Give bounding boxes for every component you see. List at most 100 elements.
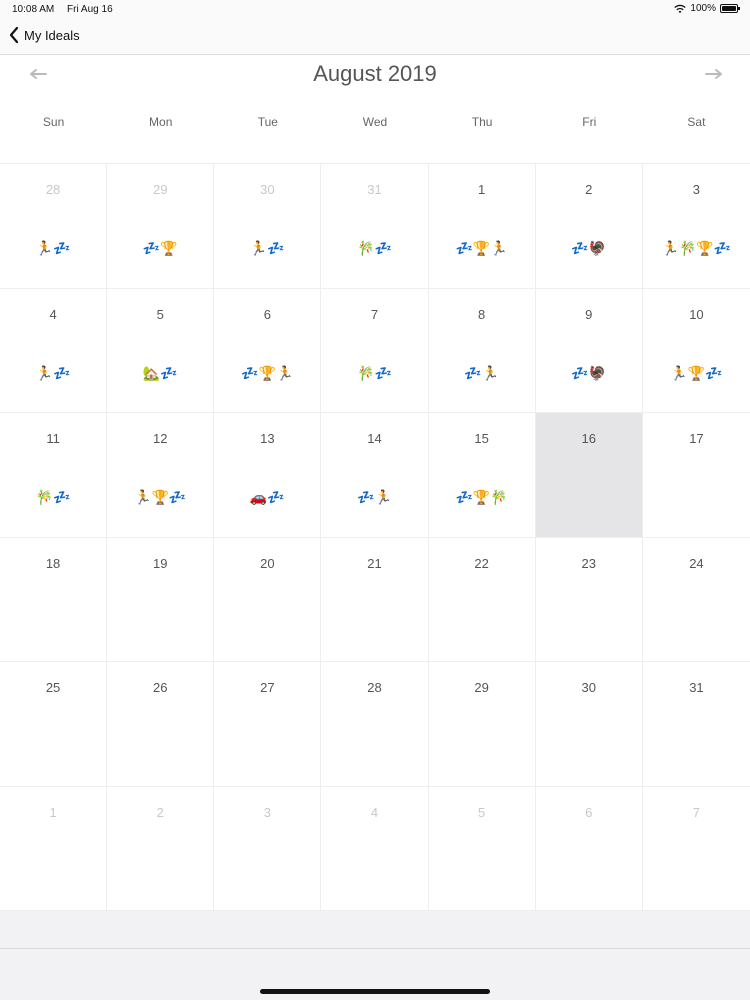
arrow-right-icon[interactable] — [704, 67, 724, 81]
calendar-day-cell[interactable]: 21 — [321, 537, 429, 662]
calendar-day-cell[interactable]: 8 💤🏃 — [428, 288, 536, 413]
day-emoji-icons: 🏃🏆💤 — [670, 364, 723, 381]
calendar-day-cell[interactable]: 27 — [214, 662, 322, 787]
back-button[interactable]: My Ideals — [8, 26, 80, 44]
day-emoji-icons: 🎋💤 — [357, 240, 392, 256]
status-left: 10:08 AM Fri Aug 16 — [12, 4, 123, 15]
day-number: 13 — [260, 431, 275, 446]
day-number: 20 — [260, 555, 275, 571]
day-number: 27 — [260, 680, 275, 695]
calendar-day-cell[interactable]: 2 — [107, 786, 215, 911]
calendar-day-cell[interactable]: 9 💤🦃 — [535, 288, 643, 413]
day-emoji-icons: 🏃💤 — [35, 364, 71, 381]
calendar-day-cell[interactable]: 5 🏡💤 — [107, 288, 215, 413]
calendar-day-cell[interactable]: 26 — [107, 662, 215, 787]
calendar-day-cell[interactable]: 11 🎋💤 — [0, 413, 108, 538]
day-number: 5 — [156, 306, 164, 322]
bottom-area — [0, 911, 750, 1000]
calendar-day-cell[interactable]: 30 🏃💤 — [214, 164, 322, 289]
day-number: 15 — [474, 431, 489, 446]
day-emoji-icons: 💤🦃 — [571, 364, 607, 381]
calendar-day-cell[interactable]: 28 — [321, 662, 429, 787]
day-number: 18 — [45, 555, 61, 571]
calendar-day-cell[interactable]: 30 — [535, 662, 643, 787]
calendar-day-cell[interactable]: 5 — [428, 786, 536, 911]
day-number: 28 — [45, 182, 61, 197]
calendar-day-cell[interactable]: 15 💤🏆🎋 — [428, 413, 536, 538]
calendar-day-cell[interactable]: 1 💤🏆🏃 — [428, 164, 536, 289]
day-number: 14 — [367, 431, 382, 446]
day-number: 2 — [585, 182, 593, 197]
weekday-thu: Thu — [471, 115, 493, 129]
calendar-day-cell[interactable]: 7 — [642, 787, 750, 911]
calendar-day-cell[interactable]: 31 🎋💤 — [321, 164, 429, 289]
calendar-day-cell[interactable]: 6 — [535, 786, 643, 911]
calendar-day-cell[interactable]: 16 — [535, 413, 643, 538]
day-emoji-icons: 🏡💤 — [142, 364, 178, 381]
calendar-day-cell[interactable]: 1 — [0, 786, 108, 911]
day-number: 4 — [49, 306, 57, 322]
day-number: 26 — [152, 680, 168, 695]
divider — [0, 948, 750, 949]
calendar-day-cell[interactable]: 29 💤🏆 — [107, 164, 215, 289]
day-emoji-icons: 🏃🎋🏆💤 — [661, 240, 732, 256]
calendar-day-cell[interactable]: 23 — [535, 537, 643, 662]
wifi-icon — [674, 4, 687, 13]
status-right: 100% — [674, 3, 740, 14]
calendar-day-cell[interactable]: 13 🚗💤 — [214, 413, 322, 538]
battery-icon — [720, 4, 740, 13]
day-number: 23 — [581, 555, 596, 571]
calendar-day-cell[interactable]: 14 💤🏃 — [321, 413, 429, 538]
day-number: 1 — [478, 182, 486, 197]
day-number: 12 — [152, 431, 168, 446]
calendar-day-cell[interactable]: 4 🏃💤 — [0, 288, 108, 413]
calendar-day-cell[interactable]: 18 — [0, 537, 108, 662]
day-number: 31 — [367, 182, 382, 197]
calendar-day-cell[interactable]: 17 — [642, 413, 750, 538]
calendar-day-cell[interactable]: 6 💤🏆🏃 — [214, 288, 322, 413]
calendar-day-cell[interactable]: 25 — [0, 662, 108, 787]
day-number: 29 — [152, 182, 168, 197]
home-indicator — [260, 989, 490, 994]
calendar-day-cell[interactable]: 20 — [214, 537, 322, 662]
calendar-day-cell[interactable]: 31 — [642, 662, 750, 787]
day-number: 9 — [585, 306, 593, 322]
calendar-day-cell[interactable]: 2 💤🦃 — [535, 164, 643, 289]
status-date: Fri Aug 16 — [67, 4, 113, 15]
calendar-day-cell[interactable]: 7 🎋💤 — [321, 288, 429, 413]
day-number: 31 — [689, 680, 704, 695]
calendar-day-cell[interactable]: 3 🏃🎋🏆💤 — [642, 164, 750, 289]
day-number: 6 — [263, 306, 271, 322]
day-emoji-icons: 🎋💤 — [35, 489, 71, 505]
calendar-day-cell[interactable]: 24 — [642, 538, 750, 662]
day-number: 25 — [45, 680, 61, 695]
weekday-sun: Sun — [42, 115, 65, 129]
calendar-day-cell[interactable]: 28 🏃💤 — [0, 164, 108, 289]
calendar-day-cell[interactable]: 22 — [428, 537, 536, 662]
calendar-day-cell[interactable]: 4 — [321, 786, 429, 911]
calendar-day-cell[interactable]: 19 — [107, 537, 215, 662]
day-number: 3 — [692, 182, 701, 197]
day-number: 30 — [260, 182, 275, 197]
day-number: 29 — [474, 680, 489, 695]
weekday-tue: Tue — [257, 115, 278, 129]
day-number: 5 — [478, 804, 486, 820]
day-emoji-icons: 🏃💤 — [249, 240, 285, 256]
calendar-day-cell[interactable]: 10 🏃🏆💤 — [642, 289, 750, 413]
calendar-day-cell[interactable]: 3 — [214, 786, 322, 911]
navigation-bar: My Ideals — [0, 20, 750, 55]
day-number: 8 — [478, 306, 486, 322]
day-emoji-icons: 💤🏆🏃 — [455, 240, 508, 256]
day-number: 22 — [474, 555, 489, 571]
day-emoji-icons: 💤🏃 — [357, 489, 392, 505]
day-number: 21 — [367, 555, 382, 571]
day-number: 10 — [689, 306, 704, 322]
calendar-day-cell[interactable]: 29 — [428, 662, 536, 787]
day-emoji-icons: 💤🦃 — [571, 240, 607, 256]
day-number: 19 — [152, 555, 168, 571]
calendar-day-cell[interactable]: 12 🏃🏆💤 — [107, 413, 215, 538]
day-number: 16 — [581, 431, 596, 446]
weekday-fri: Fri — [582, 115, 597, 129]
month-title: August 2019 — [313, 61, 437, 86]
day-number: 24 — [689, 555, 704, 571]
